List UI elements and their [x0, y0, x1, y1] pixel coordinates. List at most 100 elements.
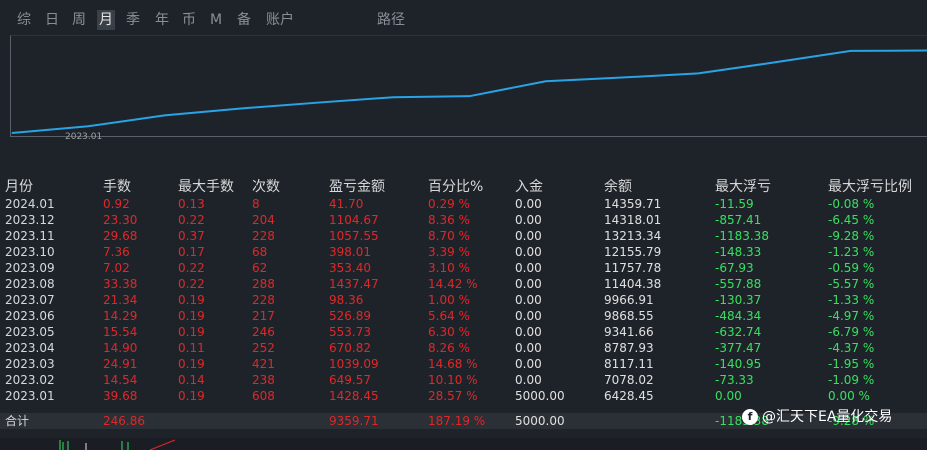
cell-count: 204 [252, 213, 275, 227]
total-percent: 187.19 % [428, 414, 486, 428]
cell-deposit: 0.00 [515, 373, 542, 387]
cell-lots: 21.34 [103, 293, 138, 307]
tab-month[interactable]: 月 [97, 10, 115, 30]
balance-chart [10, 35, 927, 137]
table-row: 2023.11 29.68 0.37 228 1057.55 8.70 % 0.00 1321… [0, 228, 927, 244]
cell-max-floating-loss-pct: -1.95 % [828, 357, 875, 371]
cell-max-lots: 0.19 [178, 325, 205, 339]
cell-deposit: 0.00 [515, 357, 542, 371]
tab-notes[interactable]: 备 [235, 10, 253, 30]
cell-count: 8 [252, 197, 260, 211]
cell-max-lots: 0.22 [178, 261, 205, 275]
period-tab-bar: 综 日 周 月 季 年 币 M 备 账户 路径 [0, 0, 927, 36]
tab-quarter[interactable]: 季 [124, 10, 142, 30]
cell-percent: 1.00 % [428, 293, 470, 307]
cell-max-floating-loss: -557.88 [715, 277, 762, 291]
cell-balance: 11757.78 [604, 261, 662, 275]
cell-lots: 14.29 [103, 309, 138, 323]
balance-point-7 [545, 80, 547, 82]
cell-deposit: 0.00 [515, 245, 542, 259]
table-row: 2023.04 14.90 0.11 252 670.82 8.26 % 0.00 8787.… [0, 340, 927, 356]
tab-day[interactable]: 日 [43, 10, 61, 30]
cell-lots: 39.68 [103, 389, 138, 403]
strip-background [0, 438, 927, 450]
cell-lots: 33.38 [103, 277, 138, 291]
header-lots[interactable]: 手数 [103, 176, 131, 196]
watermark-text: @汇天下EA量化交易 [762, 409, 893, 425]
cell-pnl: 553.73 [329, 325, 371, 339]
cell-max-floating-loss: -140.95 [715, 357, 762, 371]
cell-percent: 28.57 % [428, 389, 478, 403]
cell-pnl: 98.36 [329, 293, 364, 307]
cell-lots: 7.02 [103, 261, 130, 275]
cell-max-lots: 0.11 [178, 341, 205, 355]
cell-max-floating-loss: -67.93 [715, 261, 754, 275]
header-max-floating-loss[interactable]: 最大浮亏 [715, 176, 771, 196]
cell-percent: 10.10 % [428, 373, 478, 387]
facebook-icon: f [742, 409, 758, 425]
header-balance[interactable]: 余额 [604, 176, 632, 196]
cell-max-floating-loss-pct: 0.00 % [828, 389, 870, 403]
cell-balance: 9868.55 [604, 309, 654, 323]
tab-summary[interactable]: 综 [15, 10, 33, 30]
cell-count: 238 [252, 373, 275, 387]
cell-max-floating-loss-pct: -9.28 % [828, 229, 875, 243]
cell-balance: 9341.66 [604, 325, 654, 339]
cell-pnl: 1057.55 [329, 229, 379, 243]
cell-count: 228 [252, 229, 275, 243]
total-month: 合计 [5, 414, 30, 428]
cell-percent: 8.70 % [428, 229, 470, 243]
cell-balance: 7078.02 [604, 373, 654, 387]
cell-deposit: 0.00 [515, 341, 542, 355]
cell-max-lots: 0.22 [178, 277, 205, 291]
cell-balance: 11404.38 [604, 277, 662, 291]
cell-month: 2023.01 [5, 389, 55, 403]
header-percent[interactable]: 百分比% [428, 176, 483, 196]
header-pnl[interactable]: 盈亏金额 [329, 176, 385, 196]
cell-pnl: 353.40 [329, 261, 371, 275]
cell-percent: 6.30 % [428, 325, 470, 339]
cell-max-lots: 0.19 [178, 389, 205, 403]
cell-pnl: 1104.67 [329, 213, 379, 227]
cell-percent: 0.29 % [428, 197, 470, 211]
tab-m[interactable]: M [208, 10, 224, 30]
balance-point-0 [11, 132, 13, 134]
cell-pnl: 670.82 [329, 341, 371, 355]
cell-count: 252 [252, 341, 275, 355]
cell-deposit: 0.00 [515, 293, 542, 307]
cell-pnl: 398.01 [329, 245, 371, 259]
balance-point-6 [469, 95, 470, 97]
cell-month: 2023.12 [5, 213, 55, 227]
cell-max-floating-loss: -130.37 [715, 293, 762, 307]
cell-max-floating-loss-pct: -6.79 % [828, 325, 875, 339]
cell-balance: 8787.93 [604, 341, 654, 355]
cell-deposit: 5000.00 [515, 389, 565, 403]
cell-max-floating-loss: -632.74 [715, 325, 762, 339]
cell-count: 288 [252, 277, 275, 291]
cell-max-floating-loss: -148.33 [715, 245, 762, 259]
cell-month: 2023.07 [5, 293, 55, 307]
header-count[interactable]: 次数 [252, 176, 280, 196]
cell-max-floating-loss: -484.34 [715, 309, 762, 323]
tab-currency[interactable]: 币 [180, 10, 198, 30]
cell-pnl: 1428.45 [329, 389, 379, 403]
cell-max-floating-loss-pct: -0.08 % [828, 197, 875, 211]
cell-percent: 8.36 % [428, 213, 470, 227]
tab-year[interactable]: 年 [153, 10, 171, 30]
table-row: 2023.01 39.68 0.19 608 1428.45 28.57 % 5000.00… [0, 388, 927, 404]
cell-max-lots: 0.19 [178, 357, 205, 371]
cell-max-floating-loss: 0.00 [715, 389, 742, 403]
chart-x-tick-label: 2023.01 [65, 132, 103, 142]
header-month[interactable]: 月份 [5, 176, 33, 196]
cell-balance: 14318.01 [604, 213, 662, 227]
tab-week[interactable]: 周 [70, 10, 88, 30]
balance-point-11 [850, 50, 852, 52]
header-max-lots[interactable]: 最大手数 [178, 176, 234, 196]
cell-pnl: 41.70 [329, 197, 364, 211]
tab-path[interactable]: 路径 [375, 10, 407, 30]
header-max-floating-loss-pct[interactable]: 最大浮亏比例 [828, 176, 912, 196]
cell-month: 2023.06 [5, 309, 55, 323]
cell-max-floating-loss: -73.33 [715, 373, 754, 387]
header-deposit[interactable]: 入金 [515, 176, 543, 196]
tab-account[interactable]: 账户 [264, 10, 296, 30]
